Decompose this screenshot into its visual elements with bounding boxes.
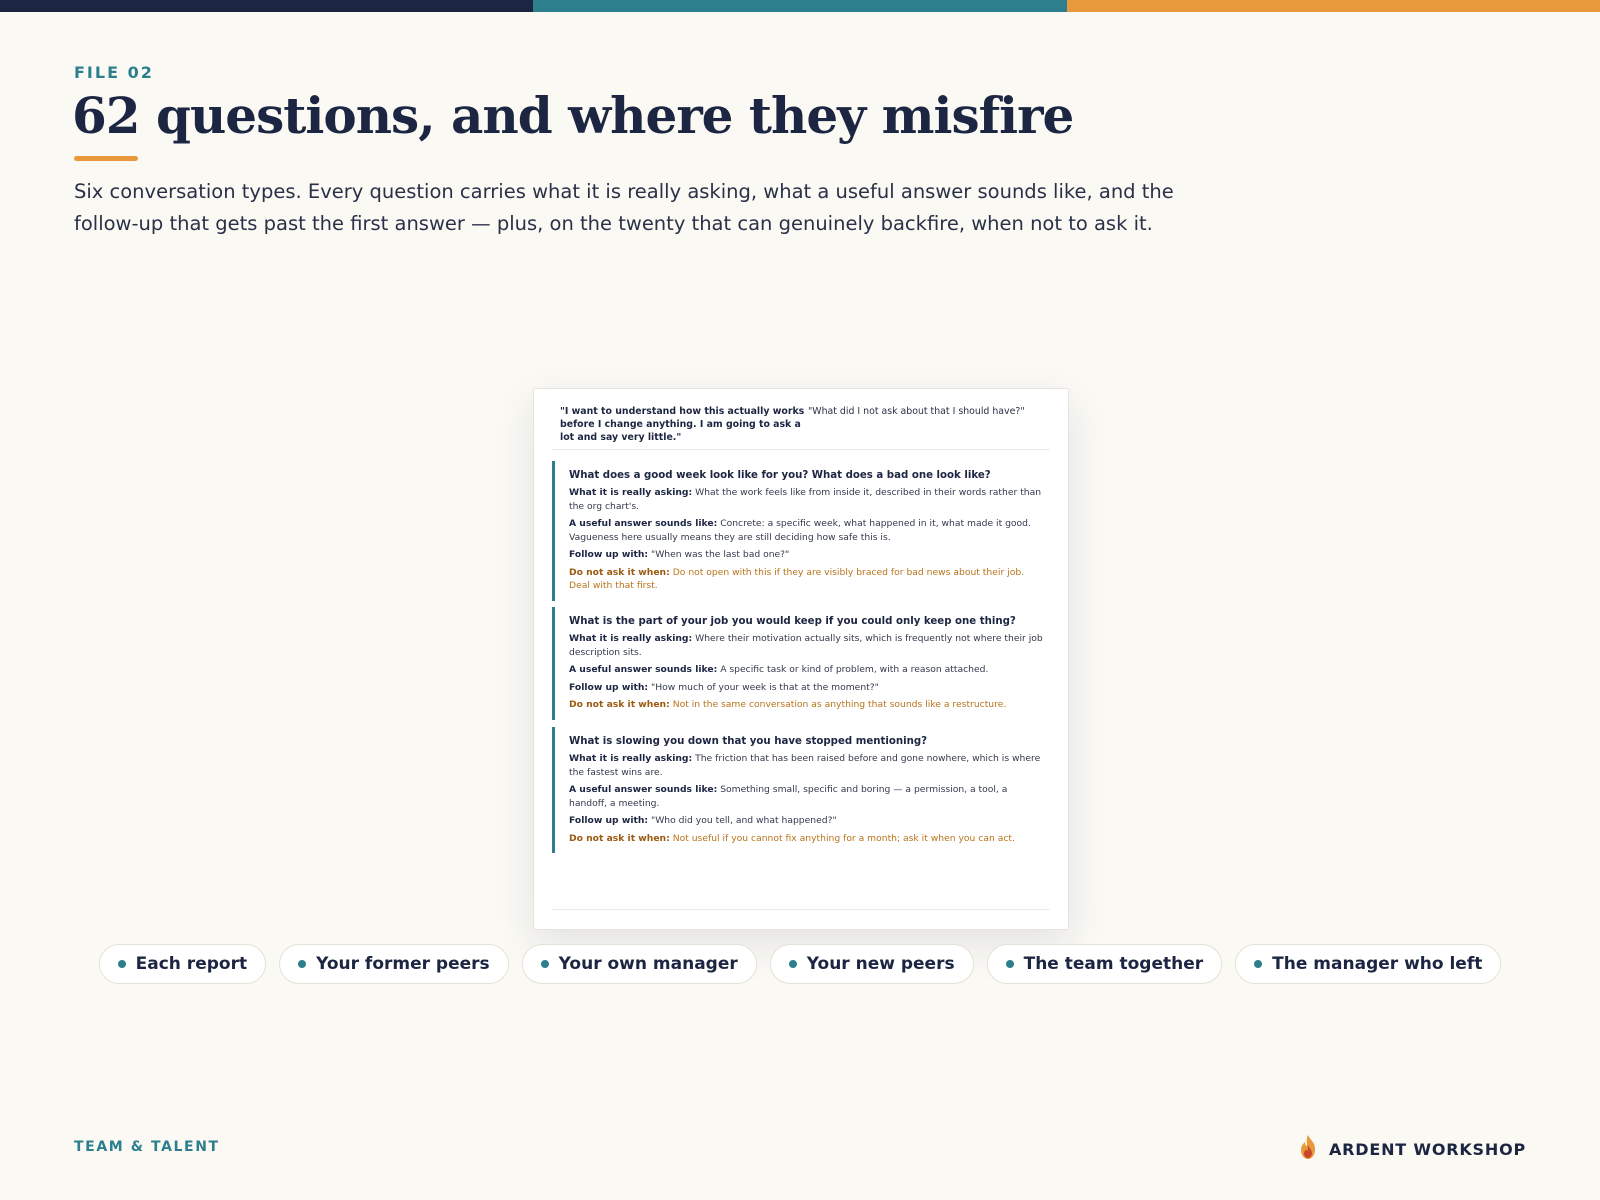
top-color-bar	[0, 0, 1600, 12]
do-not-ask-line: Do not ask it when: Do not open with thi…	[569, 566, 1045, 593]
do-not-ask-line: Do not ask it when: Not useful if you ca…	[569, 832, 1045, 846]
tab-your-new-peers[interactable]: Your new peers	[769, 944, 974, 984]
footer-section-label: TEAM & TALENT	[74, 1139, 220, 1155]
closing-quote: "What did I not ask about that I should …	[808, 406, 1025, 417]
tab-your-former-peers[interactable]: Your former peers	[279, 944, 509, 984]
follow-up-label: Follow up with:	[569, 681, 649, 693]
tab-label: Your new peers	[806, 954, 955, 974]
question-text: What is the part of your job you would k…	[569, 616, 1016, 627]
useful-answer-label: A useful answer sounds like:	[569, 784, 718, 795]
question-block: What is slowing you down that you have s…	[552, 727, 1051, 853]
footer-brand: ARDENT WORKSHOP	[1297, 1134, 1526, 1164]
opening-quote: "I want to understand how this actually …	[560, 406, 805, 443]
top-bar-segment-teal	[533, 0, 1067, 12]
file-eyebrow: FILE 02	[74, 63, 154, 82]
useful-answer-label: A useful answer sounds like:	[569, 518, 718, 529]
follow-up-label: Follow up with:	[569, 549, 649, 560]
flame-icon	[1297, 1134, 1319, 1164]
tab-dot-icon	[298, 960, 307, 968]
tab-label: Your own manager	[558, 954, 738, 974]
tab-dot-icon	[540, 960, 549, 968]
follow-up-line: Follow up with: "When was the last bad o…	[569, 548, 1045, 562]
do-not-ask-line: Do not ask it when: Not in the same conv…	[569, 698, 1045, 712]
tab-label: Each report	[135, 954, 248, 974]
do-not-ask-text: Not in the same conversation as anything…	[672, 699, 1007, 710]
tab-label: The manager who left	[1272, 954, 1483, 974]
useful-answer-line: A useful answer sounds like: Concrete: a…	[569, 517, 1045, 544]
title-underline	[74, 156, 138, 161]
tab-dot-icon	[1005, 960, 1014, 968]
do-not-ask-label: Do not ask it when:	[569, 566, 670, 578]
tab-dot-icon	[1254, 960, 1263, 968]
really-asking-line: What it is really asking: The friction t…	[569, 752, 1045, 779]
really-asking-label: What it is really asking:	[569, 753, 693, 764]
useful-answer-line: A useful answer sounds like: Something s…	[569, 783, 1045, 810]
really-asking-line: What it is really asking: What the work …	[569, 486, 1045, 513]
card-divider	[552, 449, 1050, 450]
conversation-type-tabs: Each report Your former peers Your own m…	[0, 944, 1600, 984]
document-preview-card: "I want to understand how this actually …	[533, 388, 1069, 930]
top-bar-segment-orange	[1066, 0, 1600, 12]
top-bar-segment-navy	[0, 0, 534, 12]
card-divider	[552, 909, 1050, 910]
tab-each-report[interactable]: Each report	[98, 944, 267, 984]
question-text: What does a good week look like for you?…	[569, 470, 991, 481]
do-not-ask-label: Do not ask it when:	[569, 832, 670, 844]
follow-up-text: "When was the last bad one?"	[651, 549, 790, 560]
tab-label: The team together	[1023, 954, 1204, 974]
follow-up-label: Follow up with:	[569, 815, 649, 826]
useful-answer-label: A useful answer sounds like:	[569, 664, 718, 675]
really-asking-line: What it is really asking: Where their mo…	[569, 632, 1045, 659]
question-text: What is slowing you down that you have s…	[569, 736, 928, 747]
useful-answer-text: A specific task or kind of problem, with…	[720, 664, 989, 675]
quote-row: "I want to understand how this actually …	[560, 405, 1044, 444]
tab-dot-icon	[788, 960, 797, 968]
follow-up-text: "Who did you tell, and what happened?"	[651, 815, 837, 826]
really-asking-label: What it is really asking:	[569, 487, 693, 498]
tab-dot-icon	[117, 960, 126, 968]
page-title: 62 questions, and where they misfire	[72, 86, 1074, 145]
question-block: What does a good week look like for you?…	[552, 461, 1051, 601]
brand-name: ARDENT WORKSHOP	[1329, 1139, 1526, 1159]
tab-the-team-together[interactable]: The team together	[986, 944, 1223, 984]
useful-answer-line: A useful answer sounds like: A specific …	[569, 663, 1045, 677]
do-not-ask-label: Do not ask it when:	[569, 699, 670, 710]
follow-up-line: Follow up with: "Who did you tell, and w…	[569, 814, 1045, 828]
tab-your-own-manager[interactable]: Your own manager	[521, 944, 757, 984]
follow-up-line: Follow up with: "How much of your week i…	[569, 681, 1045, 695]
tab-label: Your former peers	[316, 954, 490, 974]
tab-the-manager-who-left[interactable]: The manager who left	[1235, 944, 1502, 984]
question-block: What is the part of your job you would k…	[552, 607, 1051, 720]
page-description: Six conversation types. Every question c…	[74, 180, 1174, 235]
really-asking-label: What it is really asking:	[569, 633, 693, 644]
follow-up-text: "How much of your week is that at the mo…	[651, 681, 879, 693]
do-not-ask-text: Not useful if you cannot fix anything fo…	[672, 832, 1015, 844]
